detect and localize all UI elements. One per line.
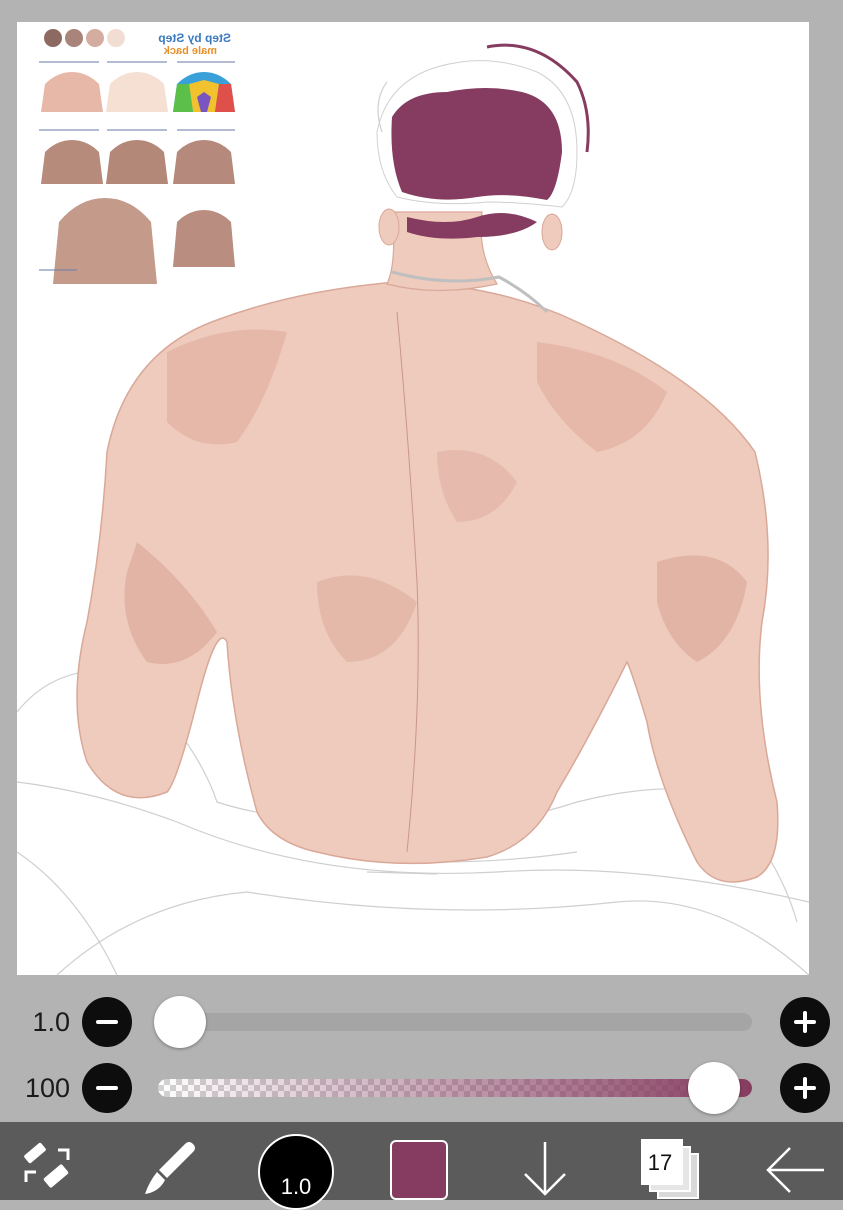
palette-swatch-2 <box>65 29 83 47</box>
minus-icon <box>96 1020 118 1024</box>
brush-size-row: 1.0 <box>0 996 843 1048</box>
brush-size-indicator-label: 1.0 <box>280 1174 312 1199</box>
brush-tool-button[interactable] <box>135 1122 205 1200</box>
back-button[interactable] <box>762 1122 832 1200</box>
brush-size-increase-button[interactable] <box>780 997 830 1047</box>
drawing-canvas[interactable]: Step by Step male back <box>17 22 809 975</box>
transform-tool-button[interactable] <box>14 1122 84 1200</box>
download-button[interactable] <box>515 1122 575 1200</box>
reference-sheet: Step by Step male back <box>39 29 235 284</box>
brush-size-decrease-button[interactable] <box>82 997 132 1047</box>
opacity-value: 100 <box>24 1073 70 1103</box>
bottom-toolbar: 1.0 17 <box>0 1122 843 1210</box>
brush-size-value: 1.0 <box>32 1007 70 1037</box>
arrow-left-icon <box>766 1147 824 1193</box>
figure-back <box>76 208 779 883</box>
brush-icon <box>145 1142 195 1194</box>
opacity-decrease-button[interactable] <box>82 1063 132 1113</box>
opacity-increase-button[interactable] <box>780 1063 830 1113</box>
transform-swap-icon <box>24 1142 70 1188</box>
reference-title: Step by Step <box>158 31 231 45</box>
palette-swatch-1 <box>44 29 62 47</box>
opacity-slider-track[interactable] <box>158 1079 752 1097</box>
layers-button[interactable]: 17 <box>640 1122 700 1200</box>
hair-fill <box>391 88 562 200</box>
minus-icon <box>96 1086 118 1090</box>
arrow-down-icon <box>524 1142 566 1196</box>
color-picker-button[interactable] <box>390 1140 448 1200</box>
palette-swatch-4 <box>107 29 125 47</box>
opacity-row: 100 <box>0 1062 843 1114</box>
brush-size-indicator[interactable]: 1.0 <box>258 1134 334 1210</box>
opacity-slider-knob[interactable] <box>688 1062 740 1114</box>
reference-subtitle: male back <box>163 45 217 57</box>
palette-swatch-3 <box>86 29 104 47</box>
brush-size-slider-track[interactable] <box>158 1013 752 1031</box>
hair <box>376 43 590 239</box>
layers-count: 17 <box>647 1150 673 1175</box>
brush-size-slider-knob[interactable] <box>154 996 206 1048</box>
